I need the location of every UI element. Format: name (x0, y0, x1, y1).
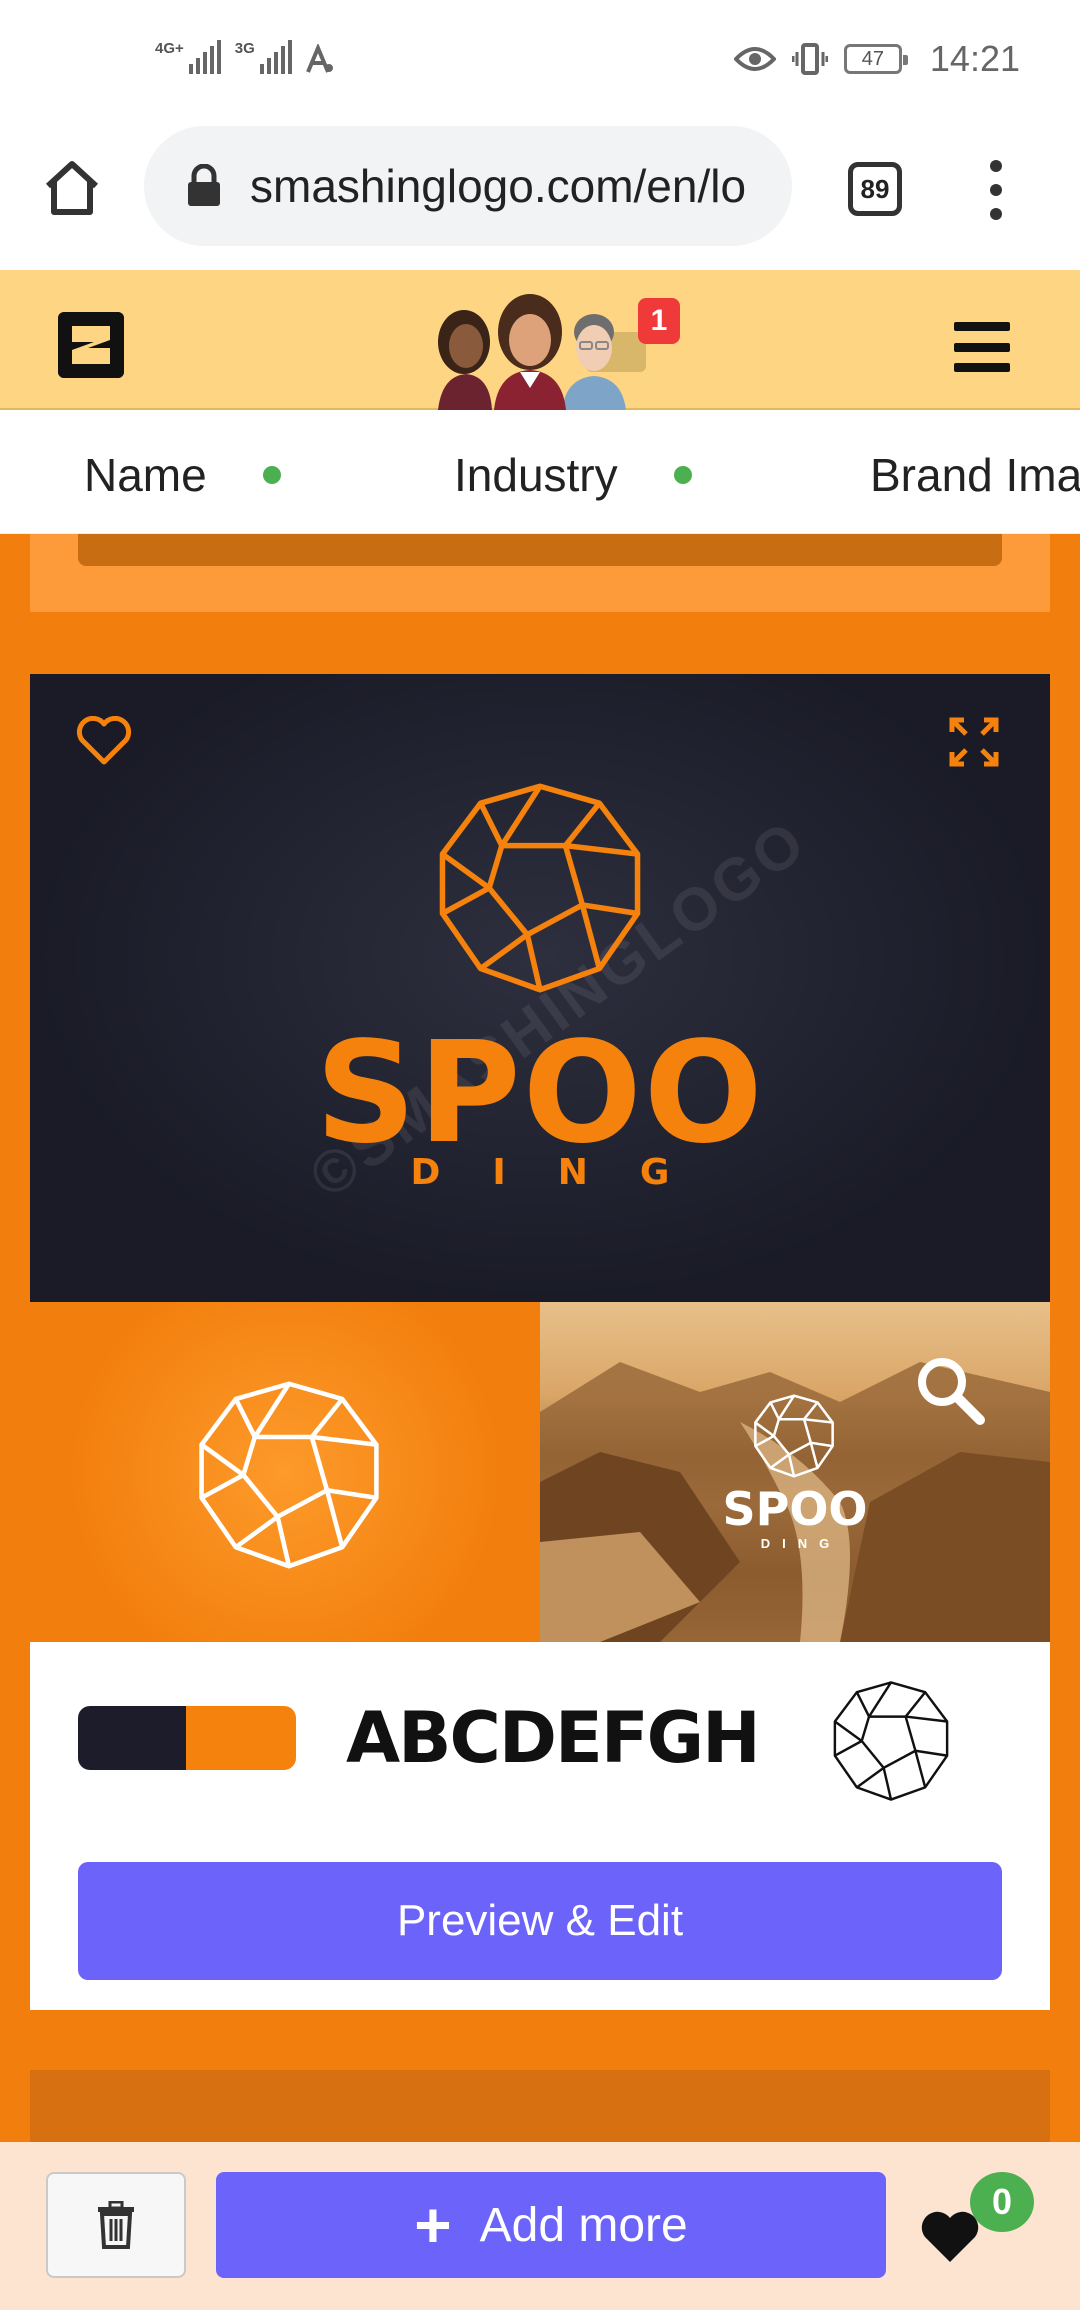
color-swatch-dark (78, 1706, 186, 1770)
signal-indicators: 4G+ 3G (155, 40, 334, 74)
clock: 14:21 (929, 38, 1020, 79)
logo-details: ABCDEFGH (30, 1642, 1050, 1842)
bottom-action-bar: + Add more 0 (0, 2142, 1080, 2310)
tab-name[interactable]: Name (84, 448, 281, 502)
filter-tabs: Name Industry Brand Ima (0, 410, 1080, 534)
tab-switcher-button[interactable]: 89 (848, 162, 902, 216)
signal-4g-icon: 4G+ (155, 40, 221, 74)
url-text[interactable]: smashinglogo.com/en/lo (250, 159, 746, 213)
tab-industry-label: Industry (454, 449, 618, 501)
smashinglogo-logo-icon[interactable] (58, 312, 124, 378)
logo-preview-dark[interactable]: ©SMASHINGLOGO SPOO DING (30, 674, 1050, 1302)
address-bar[interactable]: smashinglogo.com/en/lo (144, 126, 792, 246)
logo-emblem-mini-icon (754, 1394, 834, 1478)
favorites-count-badge: 0 (970, 2172, 1034, 2232)
previous-logo-card (30, 534, 1050, 612)
tab-brand-image[interactable]: Brand Ima (870, 448, 1080, 502)
data-saver-icon (305, 44, 333, 73)
logo-results: ©SMASHINGLOGO SPOO DING SPOO DING ABCDEF… (0, 534, 1080, 2142)
plus-icon: + (414, 2189, 452, 2261)
tab-industry[interactable]: Industry (454, 448, 692, 502)
more-options-icon[interactable] (984, 160, 1008, 220)
home-icon[interactable] (42, 158, 102, 218)
favorites-button[interactable]: 0 (914, 2172, 1040, 2278)
add-more-button[interactable]: + Add more (216, 2172, 886, 2278)
logo-emblem-white-icon (199, 1381, 379, 1569)
notification-count: 1 (650, 304, 668, 337)
signal-4g-label: 4G+ (155, 40, 184, 57)
preview-edit-button[interactable]: Preview & Edit (78, 1862, 1002, 1980)
color-swatch-orange (186, 1706, 296, 1770)
browser-toolbar: smashinglogo.com/en/lo 89 (0, 124, 1080, 270)
add-more-label: Add more (479, 2198, 688, 2252)
logo-mockup-orange[interactable] (30, 1302, 540, 1642)
status-dot (262, 466, 281, 484)
eye-icon (733, 47, 776, 71)
notification-badge[interactable]: 1 (638, 298, 680, 344)
mockup-brand-name: SPOO (722, 1482, 868, 1536)
delete-button[interactable] (46, 2172, 186, 2278)
signal-3g-label: 3G (234, 40, 255, 57)
font-sample: ABCDEFGH (346, 1697, 761, 1779)
menu-hamburger-icon[interactable] (954, 322, 1010, 372)
favorite-heart-icon[interactable] (76, 716, 132, 766)
site-header: 1 (0, 270, 1080, 410)
heart-filled-icon (921, 2211, 979, 2262)
logo-emblem-icon (439, 783, 641, 993)
trash-icon (98, 2201, 134, 2249)
designers-avatars-icon[interactable] (428, 292, 668, 410)
favorites-count: 0 (991, 2181, 1013, 2222)
tab-name-label: Name (84, 449, 207, 501)
logo-brand-name: SPOO (315, 1012, 765, 1175)
expand-icon[interactable] (948, 716, 1000, 768)
logo-card: ©SMASHINGLOGO SPOO DING SPOO DING ABCDEF… (30, 674, 1050, 2010)
logo-mockup-landscape[interactable]: SPOO DING (540, 1302, 1050, 1642)
zoom-search-icon[interactable] (914, 1354, 986, 1426)
logo-emblem-outline-icon (833, 1681, 949, 1801)
vibrate-icon (791, 43, 828, 75)
logo-brand-subtitle: DING (410, 1152, 722, 1193)
color-palette (78, 1706, 296, 1770)
battery-icon: 47 (843, 44, 908, 74)
mockup-brand-subtitle: DING (760, 1536, 842, 1551)
tab-count: 89 (860, 173, 890, 204)
signal-3g-icon: 3G (235, 40, 292, 74)
battery-level: 47 (861, 48, 885, 70)
tab-brand-image-label: Brand Ima (870, 449, 1080, 501)
status-dot (673, 466, 692, 484)
next-logo-card (30, 2070, 1050, 2142)
lock-icon (188, 164, 220, 206)
status-bar: 4G+ 3G 47 14:21 (0, 0, 1080, 124)
